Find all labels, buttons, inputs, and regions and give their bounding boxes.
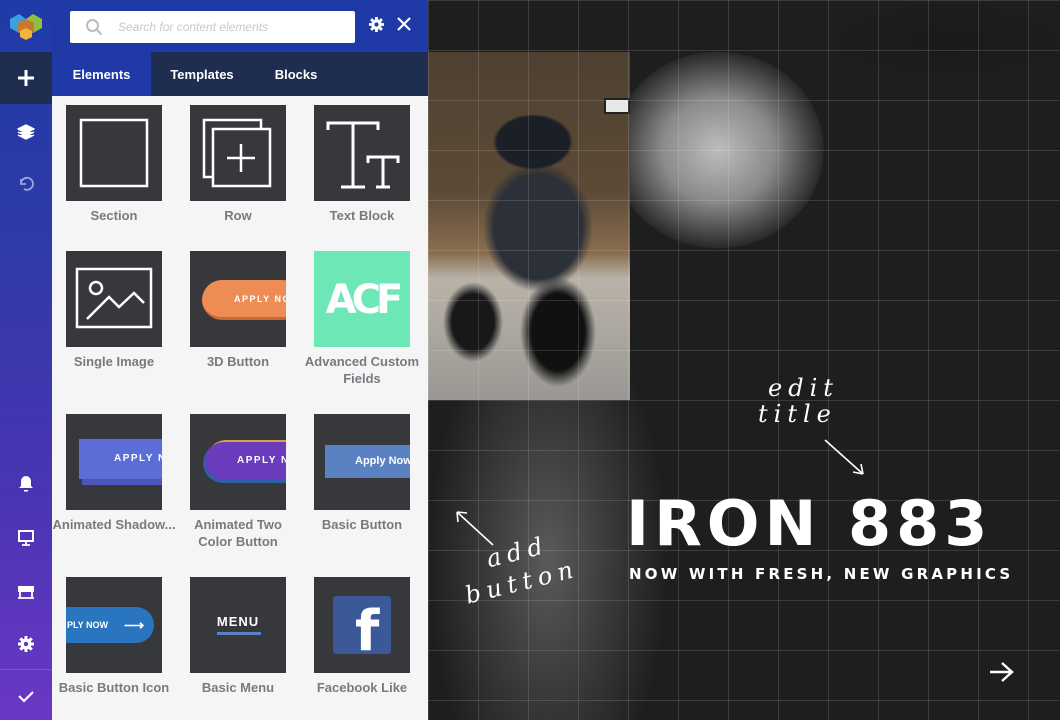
text-icon: [326, 121, 400, 189]
facebook-like-thumbnail: f: [314, 577, 410, 673]
hub-button[interactable]: [0, 574, 52, 610]
element-single-image[interactable]: Single Image: [52, 251, 176, 370]
element-animated-two-color-button[interactable]: APPLY NO Animated Two Color Button: [176, 414, 300, 550]
element-label: 3D Button: [206, 354, 270, 369]
arrow-right-icon: ⟶: [124, 617, 145, 633]
element-text-block[interactable]: Text Block: [300, 105, 424, 224]
thumb-button-text: APPLY NO: [205, 442, 286, 480]
next-slide-button[interactable]: [988, 660, 1016, 689]
element-row[interactable]: Row: [176, 105, 300, 224]
menu-underline: [217, 632, 261, 635]
rail-divider: [0, 669, 52, 670]
element-label: Single Image: [73, 354, 155, 369]
facebook-icon: f: [333, 596, 391, 654]
element-basic-menu[interactable]: MENU Basic Menu: [176, 577, 300, 696]
menu-text: MENU: [216, 614, 260, 629]
app-logo[interactable]: [0, 0, 52, 52]
gear-icon: [368, 16, 385, 33]
acf-logo: ACF: [325, 277, 404, 323]
tab-blocks[interactable]: Blocks: [253, 52, 339, 96]
thumb-button-text: APPLY N: [79, 439, 162, 479]
layers-icon: [17, 124, 35, 140]
panel-tabs: Elements Templates Blocks: [52, 52, 428, 96]
gear-icon: [18, 636, 34, 652]
element-label: Basic Button: [321, 517, 403, 532]
element-basic-button-icon[interactable]: PLY NOW ⟶ Basic Button Icon: [52, 577, 176, 696]
hero-subtitle[interactable]: NOW WITH FRESH, NEW GRAPHICS: [629, 565, 1013, 583]
notifications-button[interactable]: [0, 466, 52, 502]
image-icon: [75, 267, 153, 329]
basic-button-thumbnail: Apply Now: [314, 414, 410, 510]
element-label: Facebook Like: [316, 680, 408, 695]
thumb-button-text: APPLY NO: [202, 280, 286, 320]
basic-menu-thumbnail: MENU: [190, 577, 286, 673]
page-canvas[interactable]: edit title add button IRON 883 NOW WITH …: [428, 0, 1060, 720]
panel-settings-button[interactable]: [368, 16, 385, 38]
element-label: Basic Button Icon: [58, 680, 170, 695]
left-rail: [0, 0, 52, 720]
arrow-right-icon: [990, 662, 1014, 682]
vc-logo-icon: [10, 14, 42, 40]
annotation-title: title: [758, 400, 837, 428]
acf-thumbnail: ACF: [314, 251, 410, 347]
element-label: Advanced Custom Fields: [304, 354, 420, 386]
section-icon: [79, 118, 149, 188]
tab-templates[interactable]: Templates: [151, 52, 253, 96]
elements-grid: Section Row Text Block Single Image APPL…: [52, 96, 428, 720]
text-block-thumbnail: [314, 105, 410, 201]
monitor-icon: [18, 530, 34, 546]
close-panel-button[interactable]: [397, 12, 411, 36]
element-label: Row: [224, 208, 252, 223]
single-image-thumbnail: [66, 251, 162, 347]
thumb-button-text: PLY NOW: [67, 620, 109, 630]
row-thumbnail: [190, 105, 286, 201]
arrow-to-button-icon: [456, 511, 494, 546]
element-animated-shadow-button[interactable]: APPLY N Animated Shadow...: [52, 414, 176, 533]
3d-button-thumbnail: APPLY NO: [190, 251, 286, 347]
row-icon: [202, 118, 272, 188]
tab-elements[interactable]: Elements: [52, 52, 151, 96]
annotation-edit: edit: [768, 374, 839, 402]
check-icon: [18, 691, 34, 703]
search-box[interactable]: [70, 11, 355, 43]
basic-button-icon-thumbnail: PLY NOW ⟶: [66, 577, 162, 673]
tree-view-button[interactable]: [0, 114, 52, 150]
settings-button[interactable]: [0, 626, 52, 662]
element-advanced-custom-fields[interactable]: ACF Advanced Custom Fields: [300, 251, 424, 387]
element-facebook-like[interactable]: f Facebook Like: [300, 577, 424, 696]
responsive-view-button[interactable]: [0, 520, 52, 556]
layout-grid: [428, 0, 1060, 720]
search-input[interactable]: [118, 20, 338, 34]
publish-button[interactable]: [0, 678, 52, 714]
element-section[interactable]: Section: [52, 105, 176, 224]
element-3d-button[interactable]: APPLY NO 3D Button: [176, 251, 300, 370]
panel-header: [52, 0, 428, 52]
element-label: Text Block: [329, 208, 395, 223]
arrow-to-title-icon: [824, 439, 864, 475]
thumb-button-text: Apply Now: [325, 445, 410, 478]
undo-button[interactable]: [0, 166, 52, 202]
store-icon: [18, 586, 34, 599]
undo-icon: [20, 176, 34, 191]
search-icon: [70, 18, 118, 36]
close-icon: [397, 17, 411, 31]
section-thumbnail: [66, 105, 162, 201]
hero-title[interactable]: IRON 883: [626, 492, 992, 556]
two-color-thumbnail: APPLY NO: [190, 414, 286, 510]
add-element-button[interactable]: [0, 52, 52, 104]
animated-shadow-thumbnail: APPLY N: [66, 414, 162, 510]
element-basic-button[interactable]: Apply Now Basic Button: [300, 414, 424, 533]
element-label: Basic Menu: [201, 680, 275, 695]
add-element-panel: Elements Templates Blocks Section Row Te…: [52, 0, 428, 720]
element-label: Animated Two Color Button: [194, 517, 282, 549]
bell-icon: [19, 476, 33, 492]
plus-icon: [18, 70, 34, 86]
element-label: Section: [90, 208, 138, 223]
element-label: Animated Shadow...: [52, 517, 176, 532]
